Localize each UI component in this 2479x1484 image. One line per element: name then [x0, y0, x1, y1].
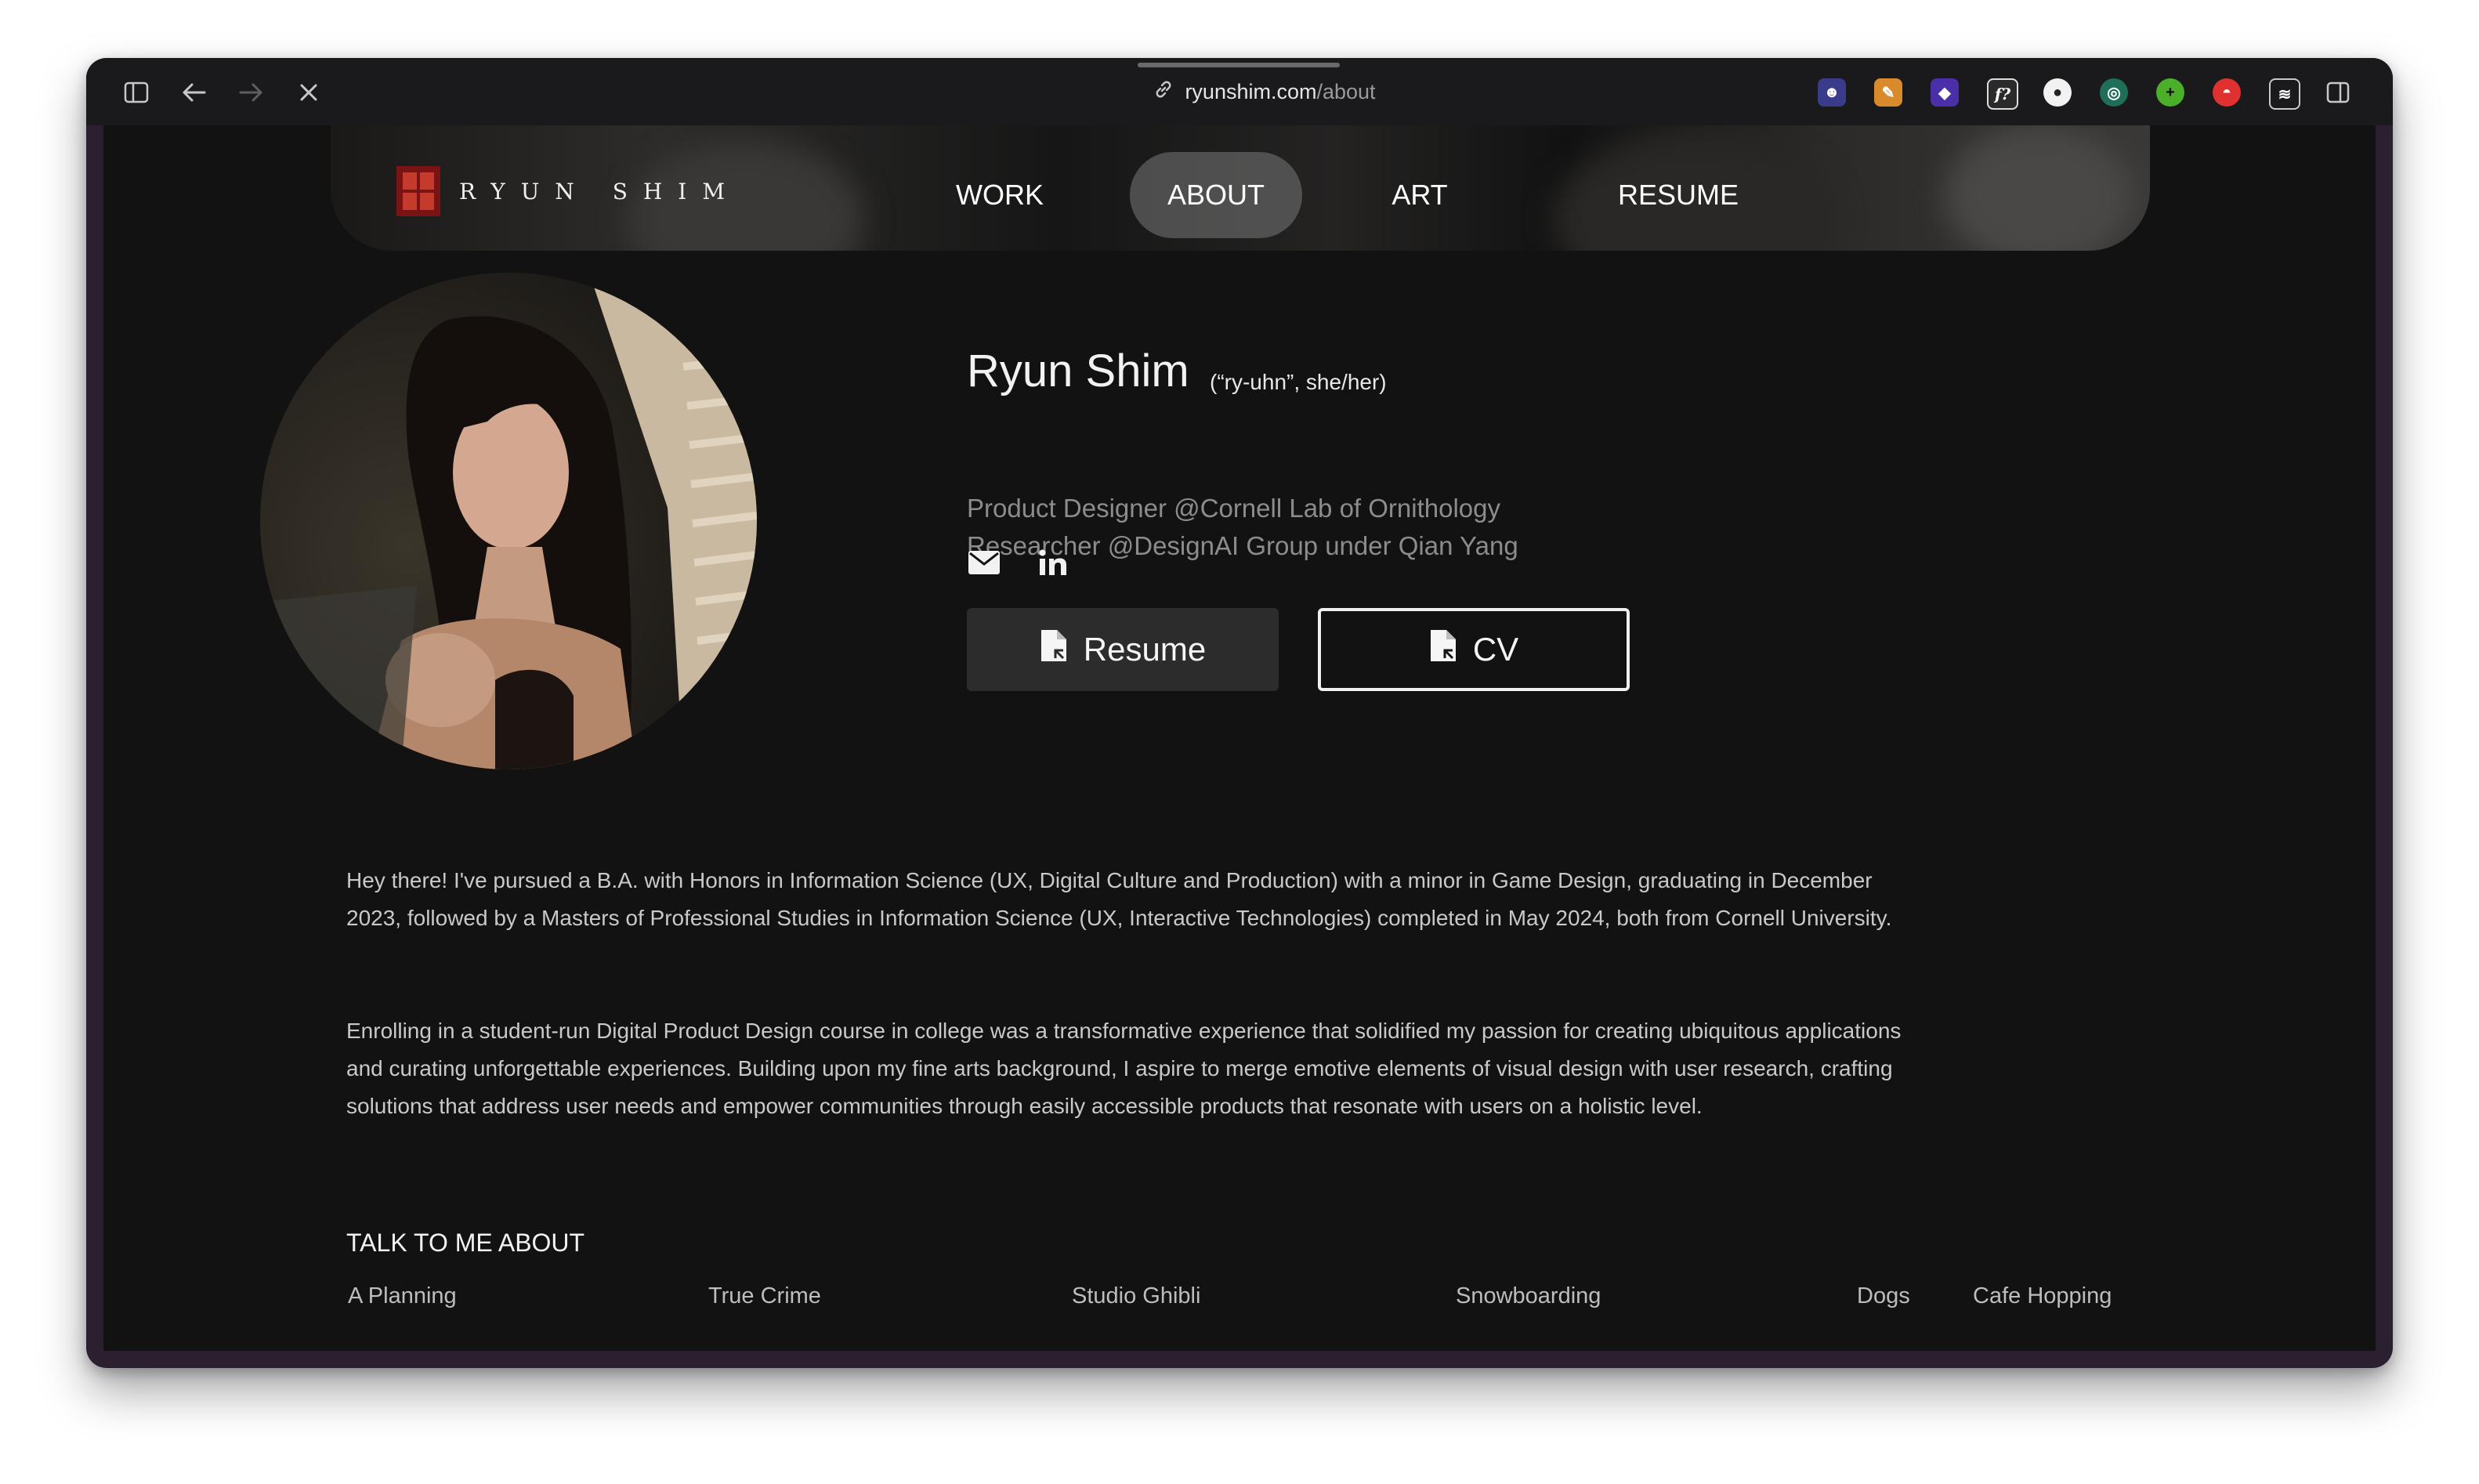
banner-photo-blur-3 — [1945, 125, 2133, 251]
talk-heading: TALK TO ME ABOUT — [346, 1229, 585, 1257]
extension-add-icon[interactable]: + — [2156, 78, 2184, 107]
extension-edit-icon[interactable]: ✎ — [1874, 78, 1902, 107]
email-icon[interactable] — [967, 545, 1001, 580]
profile-photo — [260, 273, 757, 769]
nav-about[interactable]: ABOUT — [1130, 152, 1302, 238]
back-arrow-icon[interactable] — [179, 77, 210, 108]
topic-item: Snowboarding — [1456, 1283, 1601, 1308]
extension-github-icon[interactable]: ● — [2043, 78, 2072, 107]
resume-button[interactable]: Resume — [967, 608, 1279, 691]
topic-item: A Planning — [348, 1283, 457, 1308]
extension-filter-icon[interactable]: ≋ — [2269, 78, 2300, 110]
extension-cap-icon[interactable]: ◆ — [1931, 78, 1959, 107]
logo-text: RYUN SHIM — [459, 178, 741, 205]
extension-frog-icon[interactable]: ☻ — [1818, 78, 1846, 107]
about-paragraph-2: Enrolling in a student-run Digital Produ… — [346, 1019, 1902, 1118]
stop-loading-icon[interactable] — [293, 77, 324, 108]
linkedin-icon[interactable] — [1036, 545, 1070, 580]
window-grabber[interactable] — [1138, 63, 1340, 67]
profile-pronunciation: (“ry-uhn”, she/her) — [1210, 370, 1387, 394]
profile-role-1: Product Designer @Cornell Lab of Ornitho… — [967, 494, 1501, 523]
nav-banner: RYUN SHIM WORK ABOUT ART RESUME — [331, 125, 2150, 251]
nav-resume[interactable]: RESUME — [1584, 152, 1772, 238]
forward-arrow-icon[interactable] — [235, 77, 266, 108]
url-path: /about — [1316, 79, 1376, 103]
address-bar[interactable]: ryunshim.com/about — [1100, 74, 1429, 110]
url-domain: ryunshim.com — [1185, 79, 1317, 103]
page-content: RYUN SHIM WORK ABOUT ART RESUME Ryun Shi… — [103, 125, 2376, 1351]
link-icon — [1153, 79, 1174, 105]
topic-item: Cafe Hopping — [1973, 1283, 2112, 1308]
profile-name: Ryun Shim — [967, 346, 1189, 396]
document-icon — [1040, 628, 1069, 671]
nav-work[interactable]: WORK — [914, 152, 1086, 238]
sidebar-toggle-icon[interactable] — [121, 77, 152, 108]
about-paragraph-1: Hey there! I've pursued a B.A. with Hono… — [346, 868, 1892, 930]
split-view-icon[interactable] — [2322, 77, 2354, 108]
topic-item: Studio Ghibli — [1072, 1283, 1201, 1308]
document-icon — [1429, 628, 1459, 671]
logo-seal-icon — [396, 166, 440, 216]
cv-button[interactable]: CV — [1318, 608, 1630, 691]
browser-window: ryunshim.com/about ☻ ✎ ◆ f? ● ◎ + ◓ ≋ RY… — [86, 58, 2393, 1368]
extension-target-icon[interactable]: ◎ — [2100, 78, 2128, 107]
browser-toolbar: ryunshim.com/about ☻ ✎ ◆ f? ● ◎ + ◓ ≋ — [86, 58, 2393, 125]
topic-item: Dogs — [1857, 1283, 1910, 1308]
site-logo[interactable]: RYUN SHIM — [396, 166, 740, 216]
resume-button-label: Resume — [1083, 631, 1207, 668]
topic-item: True Crime — [708, 1283, 821, 1308]
nav-art[interactable]: ART — [1349, 152, 1490, 238]
extension-pokeball-icon[interactable]: ◓ — [2213, 78, 2241, 107]
extension-font-icon[interactable]: f? — [1987, 78, 2018, 110]
cv-button-label: CV — [1472, 631, 1519, 668]
